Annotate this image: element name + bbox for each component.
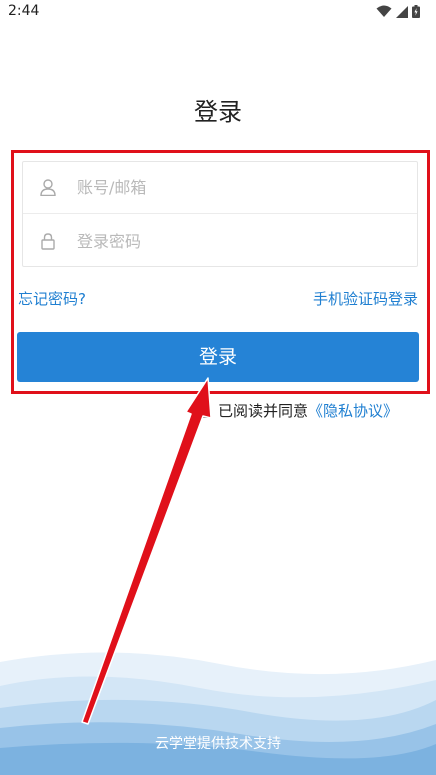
user-icon bbox=[39, 179, 57, 197]
lock-icon bbox=[39, 232, 57, 250]
account-field[interactable] bbox=[23, 162, 417, 214]
login-form bbox=[22, 161, 418, 267]
signal-icon bbox=[396, 5, 408, 18]
status-icons bbox=[376, 5, 420, 18]
sms-login-link[interactable]: 手机验证码登录 bbox=[313, 288, 418, 309]
status-bar: 2:44 bbox=[0, 0, 436, 24]
footer-support-text: 云学堂提供技术支持 bbox=[155, 736, 281, 752]
battery-icon bbox=[412, 5, 420, 18]
footer-waves bbox=[0, 652, 436, 775]
agreement-checkbox[interactable] bbox=[196, 403, 210, 418]
status-time: 2:44 bbox=[8, 3, 40, 19]
privacy-policy-link[interactable]: 《隐私协议》 bbox=[308, 400, 398, 421]
forgot-password-link[interactable]: 忘记密码? bbox=[18, 288, 86, 309]
page-title: 登录 bbox=[194, 98, 242, 126]
agreement-text: 已阅读并同意 bbox=[218, 402, 309, 420]
account-input[interactable] bbox=[77, 178, 377, 197]
wifi-icon bbox=[376, 5, 392, 17]
login-button[interactable]: 登录 bbox=[17, 332, 419, 382]
password-field[interactable] bbox=[23, 215, 417, 267]
agreement-row: 已阅读并同意 《隐私协议》 bbox=[196, 400, 398, 421]
password-input[interactable] bbox=[77, 231, 377, 251]
